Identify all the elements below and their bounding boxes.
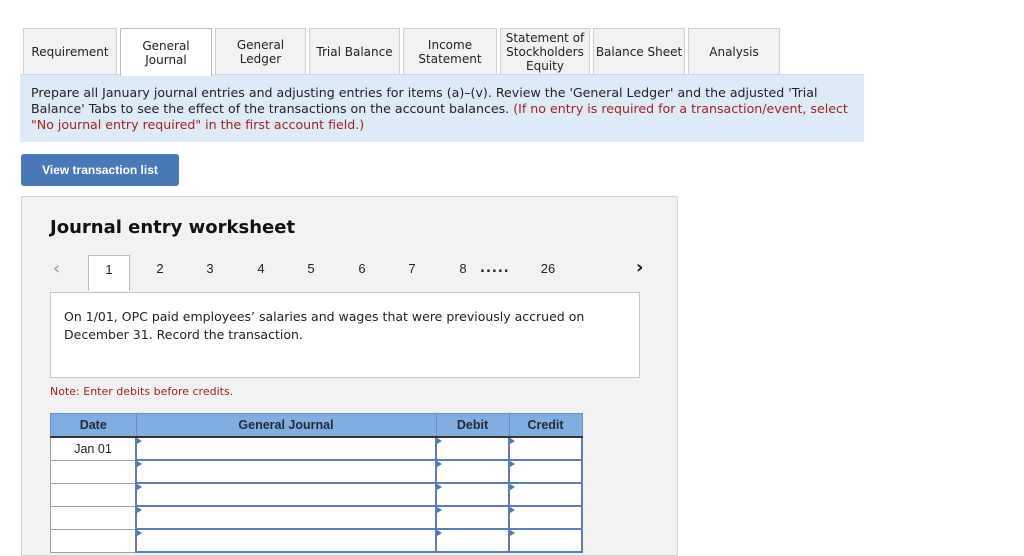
view-transaction-list-button[interactable]: View transaction list <box>21 154 179 186</box>
debit-input[interactable] <box>435 459 510 484</box>
debits-note: Note: Enter debits before credits. <box>50 385 234 398</box>
page-6[interactable]: 6 <box>341 255 383 287</box>
account-input[interactable] <box>135 436 437 461</box>
date-cell: Jan 01 <box>50 436 137 461</box>
tab-stockholders-equity[interactable]: Statement of Stockholders Equity <box>500 28 590 75</box>
debit-input[interactable] <box>435 505 510 530</box>
debit-input[interactable] <box>435 528 510 553</box>
instructions-box: Prepare all January journal entries and … <box>20 75 864 142</box>
tab-label: Analysis <box>709 45 759 59</box>
page-4[interactable]: 4 <box>240 255 282 287</box>
tab-analysis[interactable]: Analysis <box>688 28 780 75</box>
table-row: Jan 01 <box>50 436 583 461</box>
tab-requirement[interactable]: Requirement <box>23 28 117 75</box>
header-debit: Debit <box>435 413 510 438</box>
credit-input[interactable] <box>508 436 583 461</box>
tab-label: Income Statement <box>418 38 482 66</box>
journal-header-row: Date General Journal Debit Credit <box>50 413 583 438</box>
tab-label: Trial Balance <box>316 45 393 59</box>
header-credit: Credit <box>508 413 583 438</box>
header-date: Date <box>50 413 137 438</box>
tab-bar: Requirement General Journal General Ledg… <box>23 28 783 76</box>
account-input[interactable] <box>135 482 437 507</box>
page-3[interactable]: 3 <box>189 255 231 287</box>
page-7[interactable]: 7 <box>391 255 433 287</box>
page-last[interactable]: 26 <box>527 255 569 287</box>
journal-entry-worksheet: Journal entry worksheet ‹ 1 2 3 4 5 6 7 … <box>21 196 678 556</box>
page-5[interactable]: 5 <box>290 255 332 287</box>
page-8[interactable]: 8 <box>442 255 484 287</box>
tab-label: Requirement <box>31 45 109 59</box>
debit-input[interactable] <box>435 482 510 507</box>
pager-ellipsis: ..... <box>480 261 510 276</box>
table-row <box>50 505 583 530</box>
tab-income-statement[interactable]: Income Statement <box>403 28 497 75</box>
date-cell <box>50 528 137 553</box>
tab-label: Balance Sheet <box>595 45 683 59</box>
account-input[interactable] <box>135 505 437 530</box>
tab-label: General Ledger <box>236 38 285 66</box>
table-row <box>50 528 583 553</box>
tab-label: General Journal <box>142 38 190 67</box>
tab-general-ledger[interactable]: General Ledger <box>215 28 306 75</box>
chevron-left-icon[interactable]: ‹ <box>53 258 60 279</box>
credit-input[interactable] <box>508 459 583 484</box>
page-1[interactable]: 1 <box>88 255 130 291</box>
page-2[interactable]: 2 <box>139 255 181 287</box>
credit-input[interactable] <box>508 505 583 530</box>
worksheet-title: Journal entry worksheet <box>50 217 296 238</box>
account-input[interactable] <box>135 459 437 484</box>
credit-input[interactable] <box>508 482 583 507</box>
date-cell <box>50 459 137 484</box>
chevron-right-icon[interactable]: › <box>636 257 643 278</box>
journal-table: Date General Journal Debit Credit Jan 01 <box>50 413 583 553</box>
date-cell <box>50 482 137 507</box>
transaction-description: On 1/01, OPC paid employees’ salaries an… <box>50 292 640 378</box>
header-general-journal: General Journal <box>135 413 437 438</box>
transaction-pager: ‹ 1 2 3 4 5 6 7 8 ..... 26 › <box>22 255 677 291</box>
tab-balance-sheet[interactable]: Balance Sheet <box>593 28 685 75</box>
tab-trial-balance[interactable]: Trial Balance <box>309 28 400 75</box>
debit-input[interactable] <box>435 436 510 461</box>
account-input[interactable] <box>135 528 437 553</box>
tab-label: Statement of Stockholders Equity <box>505 31 585 73</box>
date-cell <box>50 505 137 530</box>
table-row <box>50 459 583 484</box>
credit-input[interactable] <box>508 528 583 553</box>
tab-general-journal[interactable]: General Journal <box>120 28 212 76</box>
table-row <box>50 482 583 507</box>
